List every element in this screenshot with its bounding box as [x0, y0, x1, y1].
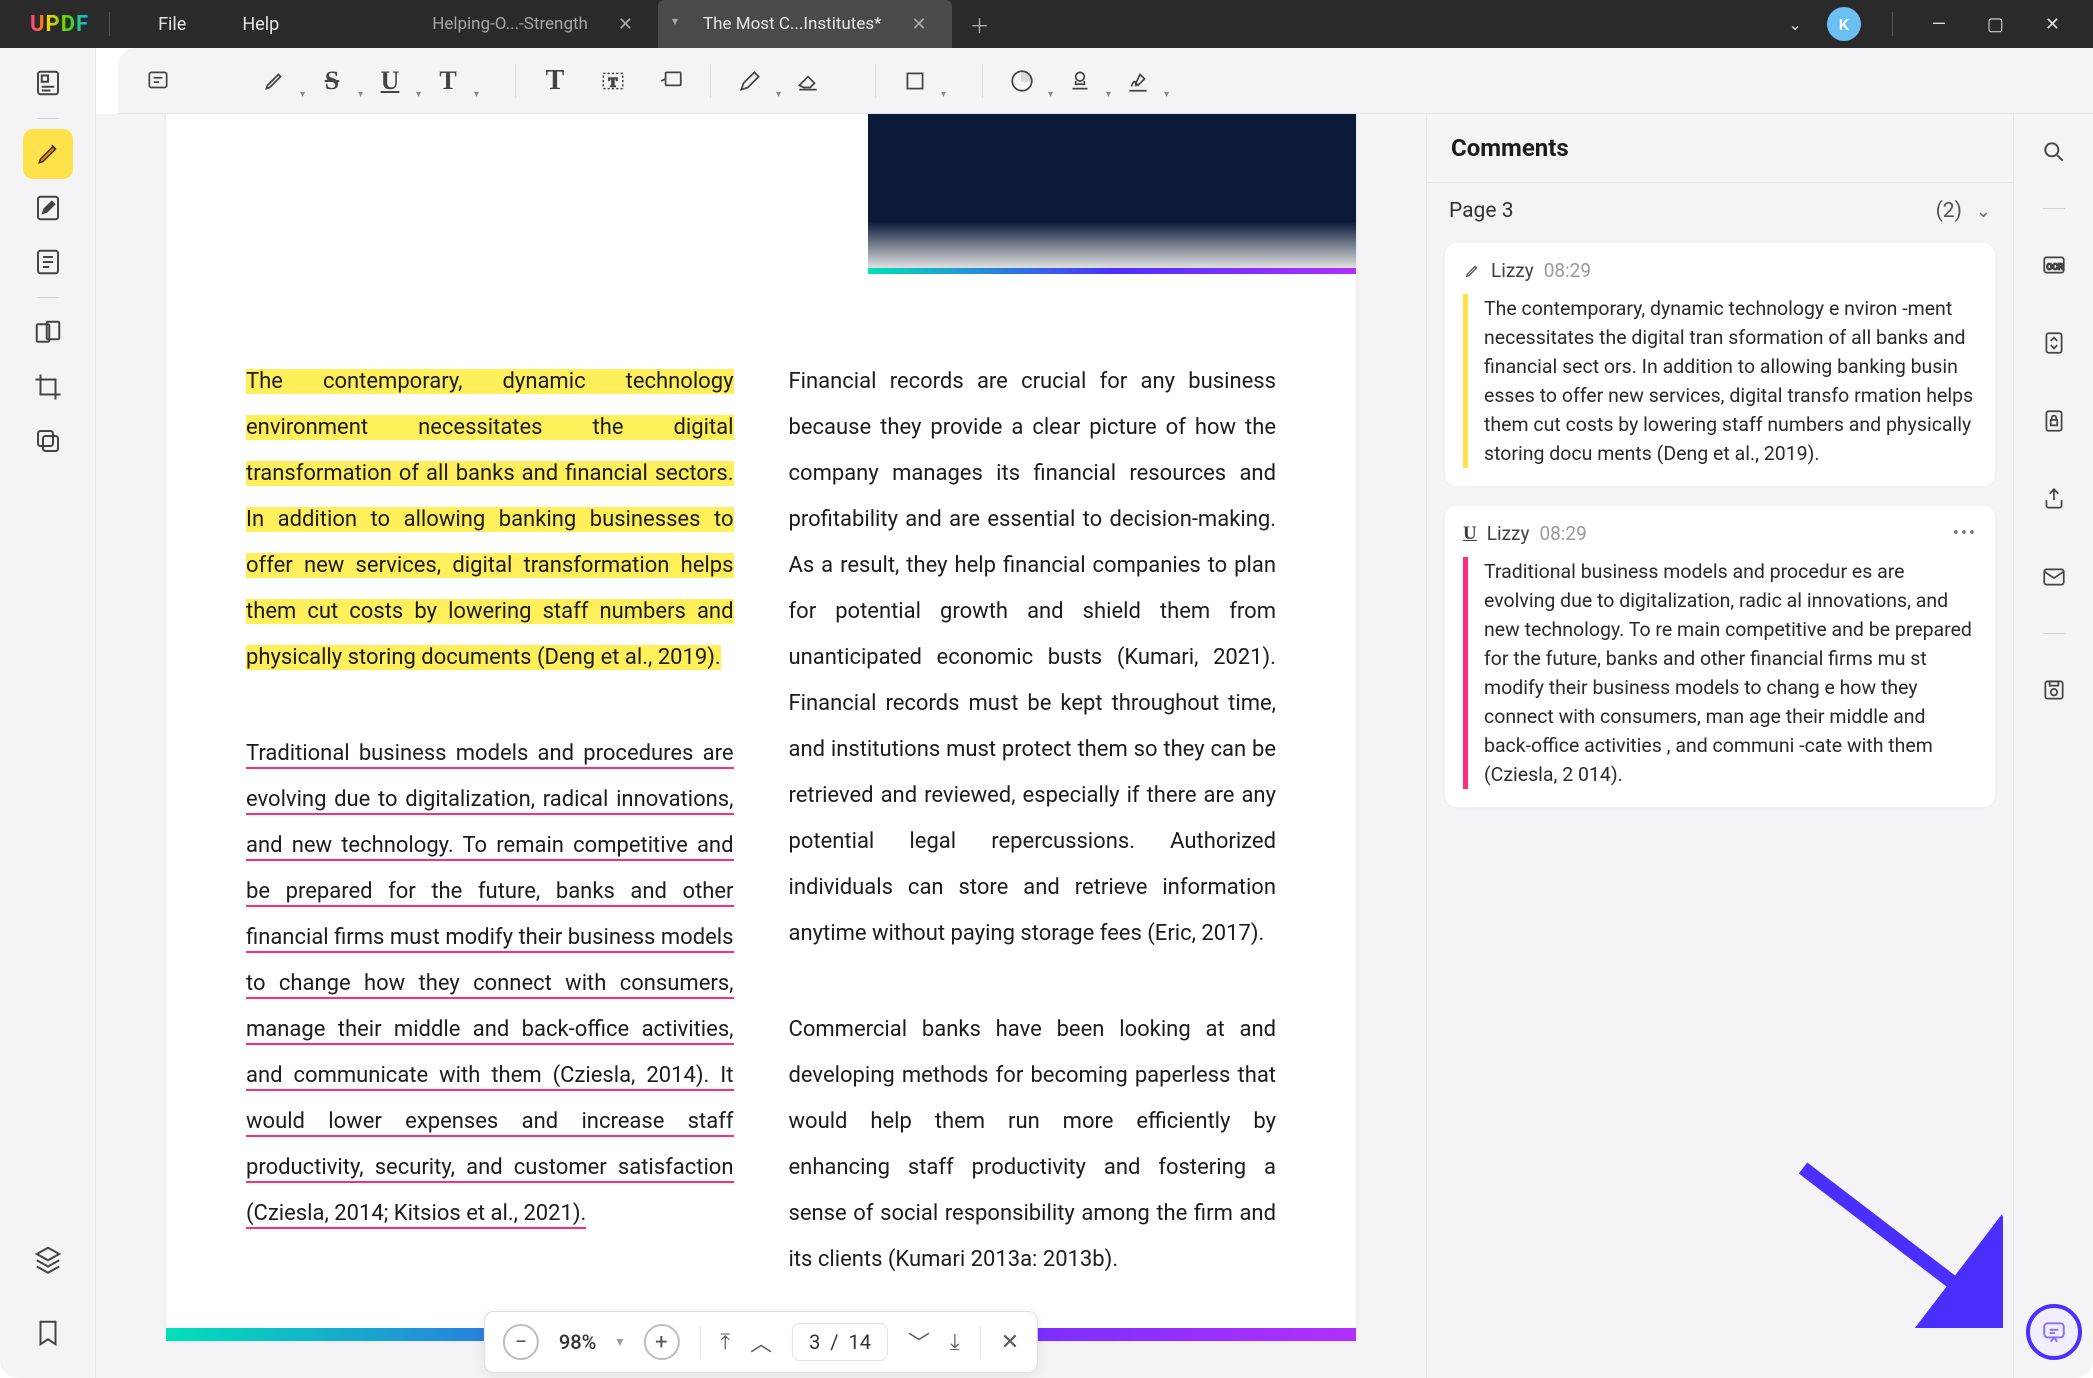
highlight-tool[interactable]: ▾: [249, 56, 299, 106]
zoom-out-button[interactable]: −: [503, 1324, 539, 1360]
tab-label: The Most C...Institutes*: [703, 14, 881, 34]
note-icon[interactable]: [133, 56, 183, 106]
sticker-tool[interactable]: ▾: [997, 56, 1047, 106]
minimize-button[interactable]: ―: [1924, 14, 1954, 35]
add-tab-button[interactable]: ＋: [970, 10, 990, 39]
comment-item[interactable]: Lizzy 08:29 The contemporary, dynamic te…: [1445, 243, 1995, 486]
shape-tool[interactable]: ▾: [890, 56, 940, 106]
comment-user: Lizzy: [1487, 522, 1530, 545]
bookmark-button[interactable]: [23, 1308, 73, 1358]
stamp-tool[interactable]: ▾: [1055, 56, 1105, 106]
right-rail: OCR: [2013, 114, 2093, 1378]
highlight-icon: [1463, 262, 1481, 280]
close-toolbar-button[interactable]: ✕: [1001, 1330, 1019, 1355]
arrow-annotation: [1793, 1158, 2003, 1328]
edit-button[interactable]: [23, 183, 73, 233]
comment-time: 08:29: [1539, 522, 1586, 545]
close-icon[interactable]: ✕: [911, 14, 926, 35]
highlighted-text[interactable]: The contemporary, dynamic technology env…: [246, 369, 734, 670]
zoom-level[interactable]: 98%: [559, 1330, 596, 1354]
body-text: Financial records are crucial for any bu…: [789, 359, 1277, 957]
share-icon[interactable]: [2032, 477, 2076, 521]
compare-button[interactable]: [23, 308, 73, 358]
pdf-page: The contemporary, dynamic technology env…: [166, 114, 1356, 1341]
search-icon[interactable]: [2032, 130, 2076, 174]
eraser-tool[interactable]: [783, 56, 833, 106]
text-tool[interactable]: T: [530, 56, 580, 106]
crop-button[interactable]: [23, 362, 73, 412]
chevron-down-icon[interactable]: ▾: [616, 1334, 623, 1350]
ai-chat-button[interactable]: [2026, 1304, 2082, 1360]
avatar[interactable]: K: [1827, 7, 1861, 41]
page-image: [868, 114, 1356, 274]
app-logo: UPDF: [30, 12, 89, 37]
close-button[interactable]: ✕: [2037, 14, 2068, 35]
squiggly-tool[interactable]: T▾: [423, 56, 473, 106]
save-icon[interactable]: [2032, 668, 2076, 712]
highlighter-button[interactable]: [23, 129, 73, 179]
page-organize-button[interactable]: [23, 237, 73, 287]
prev-page-button[interactable]: ︿: [750, 1326, 772, 1358]
comment-item[interactable]: U Lizzy 08:29 ••• Traditional business m…: [1445, 506, 1995, 807]
chevron-down-icon[interactable]: ▾: [672, 14, 678, 28]
chevron-down-icon[interactable]: ⌄: [1788, 15, 1801, 34]
duplicate-button[interactable]: [23, 416, 73, 466]
body-text: Commercial banks have been looking at an…: [789, 1007, 1277, 1283]
comment-time: 08:29: [1544, 259, 1591, 282]
last-page-button[interactable]: ⤓: [950, 1330, 960, 1355]
first-page-button[interactable]: ⤒: [720, 1330, 730, 1355]
svg-text:T: T: [609, 74, 618, 89]
email-icon[interactable]: [2032, 555, 2076, 599]
page-navigation-toolbar: − 98% ▾ + ⤒ ︿ 3 / 14 ﹀ ⤓ ✕: [484, 1311, 1038, 1373]
page-label: Page 3: [1449, 199, 1514, 223]
text-box-tool[interactable]: T: [588, 56, 638, 106]
zoom-in-button[interactable]: +: [643, 1324, 679, 1360]
tab-label: Helping-O...-Strength: [432, 14, 588, 34]
svg-text:OCR: OCR: [2046, 262, 2064, 272]
next-page-button[interactable]: ﹀: [908, 1326, 930, 1358]
comment-text: The contemporary, dynamic technology e n…: [1463, 294, 1977, 468]
titlebar: UPDF File Help Helping-O...-Strength ✕ ▾…: [0, 0, 2093, 48]
ocr-icon[interactable]: OCR: [2032, 243, 2076, 287]
protect-icon[interactable]: [2032, 399, 2076, 443]
signature-tool[interactable]: ▾: [1113, 56, 1163, 106]
comments-page-header[interactable]: Page 3 (2) ⌄: [1427, 183, 2013, 239]
convert-icon[interactable]: [2032, 321, 2076, 365]
document-viewport[interactable]: The contemporary, dynamic technology env…: [96, 114, 1426, 1378]
comment-text: Traditional business models and procedur…: [1463, 557, 1977, 789]
underlined-text[interactable]: Traditional business models and procedur…: [246, 741, 734, 1091]
comment-user: Lizzy: [1491, 259, 1534, 282]
comments-title: Comments: [1427, 114, 2013, 183]
tab-helping[interactable]: Helping-O...-Strength ✕: [387, 0, 658, 48]
underline-icon: U: [1463, 523, 1477, 545]
close-icon[interactable]: ✕: [618, 14, 633, 35]
layers-button[interactable]: [23, 1234, 73, 1284]
more-icon[interactable]: •••: [1953, 523, 1977, 544]
underline-tool[interactable]: U▾: [365, 56, 415, 106]
left-rail: [0, 48, 96, 1378]
comments-panel: Comments Page 3 (2) ⌄ Lizzy 08:29 The co…: [1426, 114, 2013, 1378]
pencil-tool[interactable]: ▾: [725, 56, 775, 106]
annotation-toolbar: ▾ S▾ U▾ T▾ T T ▾ ▾ ▾ ▾ ▾: [118, 48, 2093, 114]
chevron-down-icon[interactable]: ⌄: [1976, 201, 1991, 222]
maximize-button[interactable]: ▢: [1979, 14, 2012, 35]
menu-help[interactable]: Help: [214, 14, 307, 35]
thumbnails-button[interactable]: [23, 58, 73, 108]
menu-file[interactable]: File: [130, 14, 214, 35]
tab-most-common[interactable]: ▾ The Most C...Institutes* ✕: [658, 0, 952, 48]
callout-tool[interactable]: [646, 56, 696, 106]
comments-count: (2): [1936, 199, 1962, 223]
page-indicator[interactable]: 3 / 14: [792, 1323, 888, 1361]
strikethrough-tool[interactable]: S▾: [307, 56, 357, 106]
